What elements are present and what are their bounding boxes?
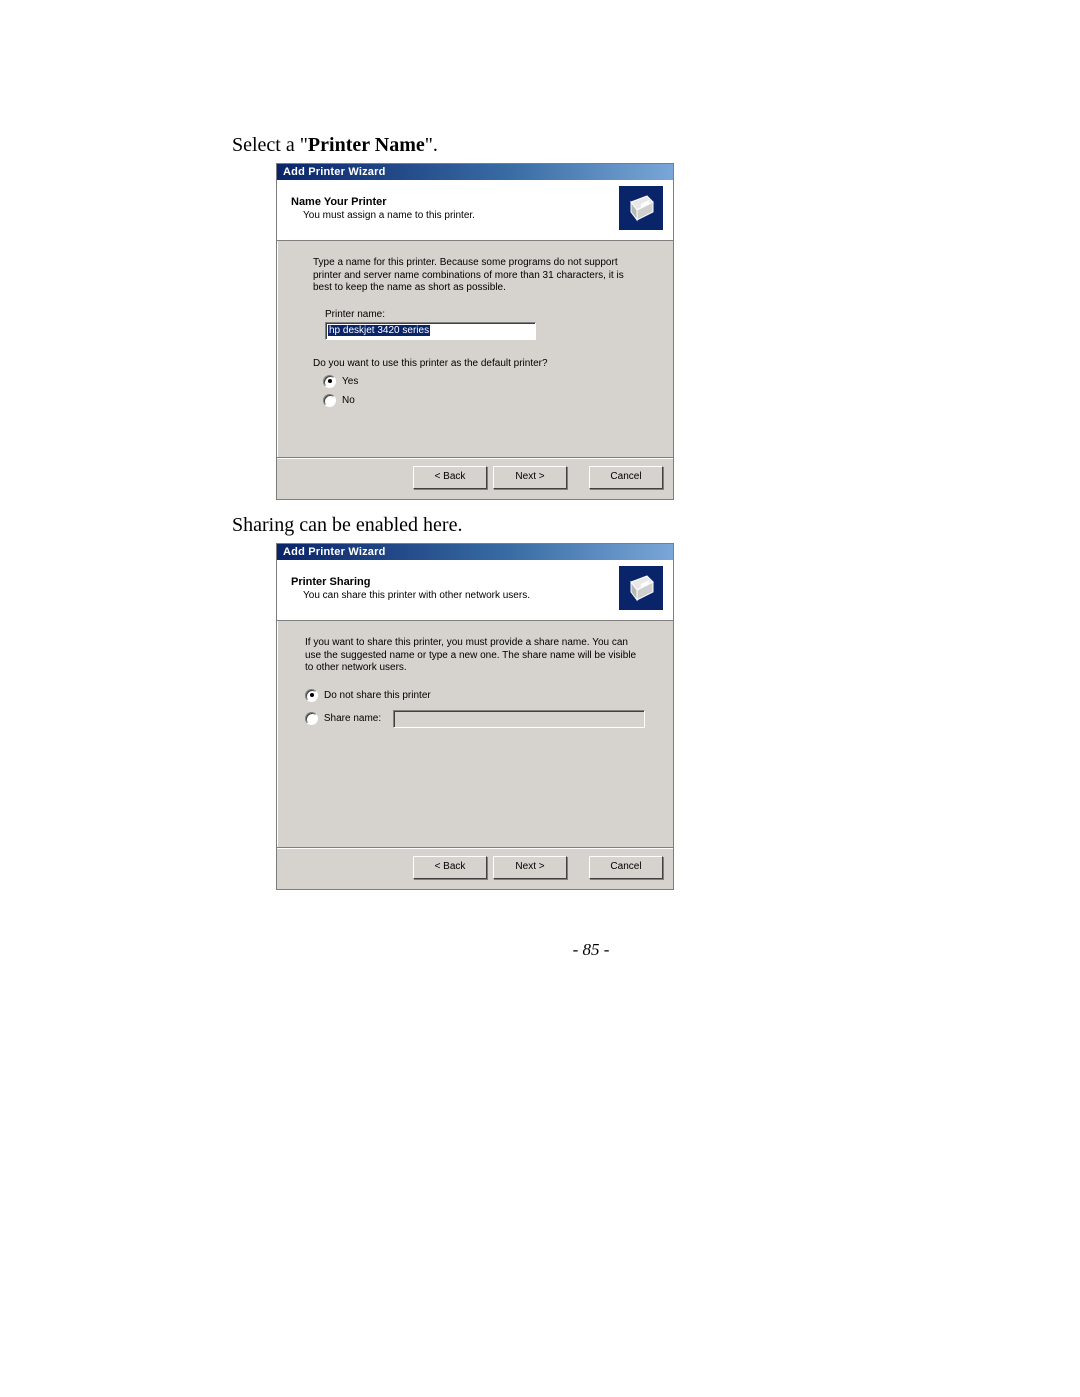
printer-name-input[interactable]: hp deskjet 3420 series [325, 322, 536, 340]
radio-share-name[interactable] [305, 712, 318, 725]
instruction-line-1: Select a "Printer Name". [232, 134, 950, 157]
wizard-footer: < Back Next > Cancel [277, 457, 673, 499]
radio-yes-label: Yes [342, 376, 358, 387]
instruction-paragraph: Type a name for this printer. Because so… [313, 257, 645, 295]
titlebar: Add Printer Wizard [277, 164, 673, 180]
wizard-header: Printer Sharing You can share this print… [277, 560, 673, 621]
page-number: - 85 - [232, 940, 950, 960]
printer-name-value: hp deskjet 3420 series [328, 325, 430, 336]
radio-yes[interactable] [323, 375, 336, 388]
wizard-footer: < Back Next > Cancel [277, 847, 673, 889]
wizard-printer-sharing: Add Printer Wizard Printer Sharing You c… [276, 543, 674, 890]
radio-noshare-row[interactable]: Do not share this printer [305, 689, 645, 702]
radio-do-not-share[interactable] [305, 689, 318, 702]
cancel-button[interactable]: Cancel [589, 856, 663, 879]
radio-share-row[interactable]: Share name: [305, 710, 645, 728]
wizard-name-printer: Add Printer Wizard Name Your Printer You… [276, 163, 674, 500]
back-button[interactable]: < Back [413, 466, 487, 489]
printer-icon [619, 566, 663, 610]
printer-name-label: Printer name: [325, 309, 645, 320]
text-pre: Select a " [232, 134, 308, 156]
cancel-button[interactable]: Cancel [589, 466, 663, 489]
printer-icon [619, 186, 663, 230]
titlebar: Add Printer Wizard [277, 544, 673, 560]
radio-share-label: Share name: [324, 713, 387, 724]
radio-no-row[interactable]: No [323, 394, 645, 407]
header-title: Name Your Printer [291, 196, 619, 208]
text-post: ". [425, 134, 438, 156]
instruction-paragraph: If you want to share this printer, you m… [305, 637, 645, 675]
header-title: Printer Sharing [291, 576, 619, 588]
text-bold: Printer Name [308, 134, 425, 156]
next-button[interactable]: Next > [493, 466, 567, 489]
wizard-content: If you want to share this printer, you m… [277, 621, 673, 847]
radio-noshare-label: Do not share this printer [324, 690, 431, 701]
wizard-header: Name Your Printer You must assign a name… [277, 180, 673, 241]
header-subtitle: You can share this printer with other ne… [291, 588, 619, 601]
radio-yes-row[interactable]: Yes [323, 375, 645, 388]
wizard-content: Type a name for this printer. Because so… [277, 241, 673, 457]
radio-no-label: No [342, 395, 355, 406]
header-subtitle: You must assign a name to this printer. [291, 208, 619, 221]
next-button[interactable]: Next > [493, 856, 567, 879]
instruction-line-2: Sharing can be enabled here. [232, 514, 950, 537]
back-button[interactable]: < Back [413, 856, 487, 879]
share-name-input[interactable] [393, 710, 645, 728]
radio-no[interactable] [323, 394, 336, 407]
default-printer-question: Do you want to use this printer as the d… [313, 358, 645, 369]
